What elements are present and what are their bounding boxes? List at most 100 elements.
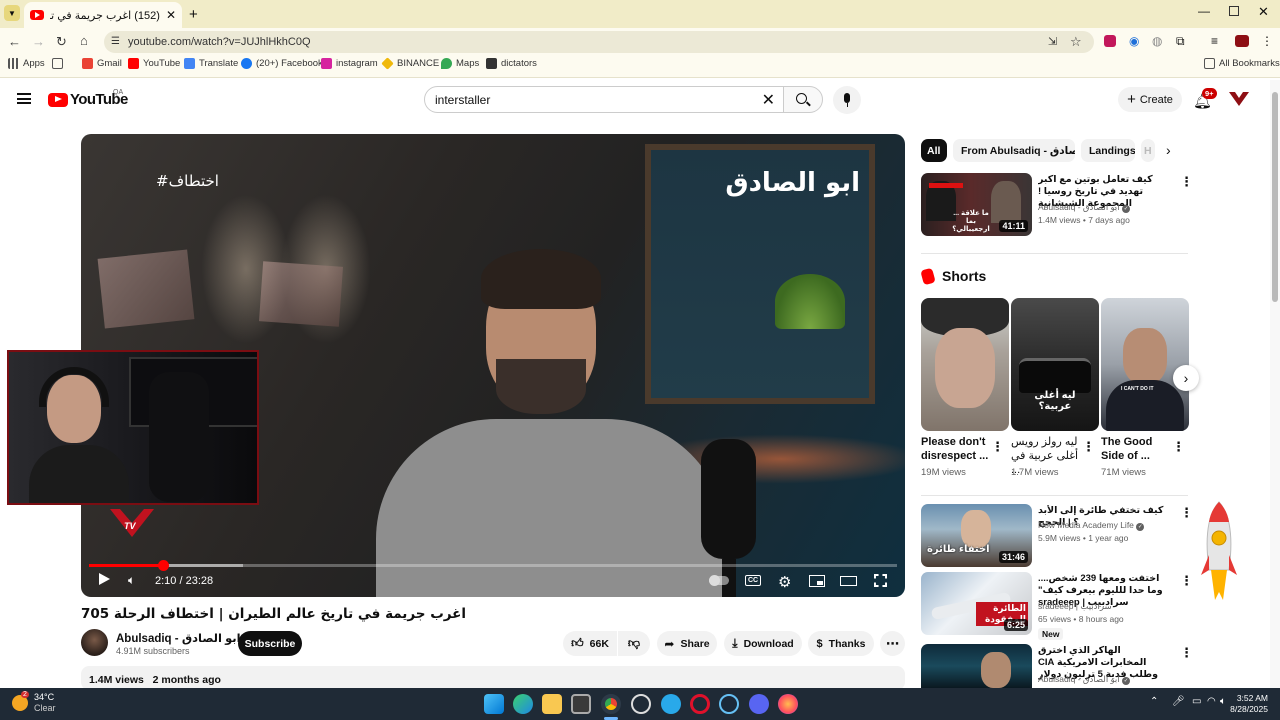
telegram-icon[interactable] [661, 694, 681, 714]
chip-more[interactable]: H [1141, 139, 1155, 162]
reload-icon[interactable]: ↻ [56, 34, 67, 50]
progress-bar[interactable] [89, 560, 897, 571]
scrubber-handle[interactable] [158, 560, 170, 571]
site-info-icon[interactable]: ☰ [111, 36, 120, 47]
forward-icon[interactable]: → [32, 34, 45, 49]
bookmark-dictators[interactable]: dictators [486, 58, 537, 69]
short-title-3[interactable]: The Good Side of ... [1101, 435, 1171, 463]
chip-landings[interactable]: Landings [1081, 139, 1135, 162]
shorts-next-button[interactable]: › [1173, 365, 1199, 391]
voice-search-button[interactable] [833, 86, 861, 114]
scrollbar-thumb[interactable] [1272, 92, 1278, 302]
volume-button[interactable]: 🔈︎ [128, 573, 135, 588]
like-button[interactable]: 👍︎ 66K [563, 631, 617, 656]
media-queue-icon[interactable]: ≡ [1211, 34, 1218, 48]
tab-list-dropdown[interactable]: ▼ [4, 5, 20, 21]
bookmark-maps[interactable]: Maps [441, 58, 479, 69]
weather-widget[interactable]: 2 34°C Clear [12, 691, 56, 714]
tray-display-icon[interactable]: ▭ [1192, 696, 1201, 707]
extensions-puzzle-icon[interactable]: ⧉ [1176, 34, 1185, 49]
close-tab-icon[interactable]: ✕ [166, 8, 176, 22]
clear-search-icon[interactable]: ✕ [762, 90, 775, 110]
discord-icon[interactable] [749, 694, 769, 714]
settings-button[interactable]: ⚙ [778, 573, 791, 591]
autoplay-toggle[interactable] [709, 575, 729, 586]
hamburger-menu-icon[interactable] [17, 93, 31, 104]
related-menu-icon[interactable]: ⋮ [1180, 174, 1193, 190]
bookmark-binance[interactable]: BINANCE [381, 57, 439, 70]
create-button[interactable]: + Create [1118, 87, 1182, 112]
thanks-button[interactable]: $ Thanks [808, 631, 874, 656]
browser-menu-icon[interactable]: ⋮ [1261, 34, 1273, 48]
related-menu-icon[interactable]: ⋮ [1180, 505, 1193, 521]
opera-icon[interactable] [690, 694, 710, 714]
close-window-button[interactable]: ✕ [1258, 4, 1269, 20]
account-avatar[interactable] [1228, 90, 1250, 108]
short-menu-icon-3[interactable]: ⋮ [1172, 439, 1185, 455]
file-explorer-icon[interactable] [542, 694, 562, 714]
new-tab-button[interactable]: + [189, 6, 198, 23]
edge-icon[interactable] [513, 694, 533, 714]
back-icon[interactable]: ← [8, 34, 21, 49]
short-card-3[interactable]: I CAN'T DO IT [1101, 298, 1189, 431]
all-bookmarks[interactable]: All Bookmarks [1204, 58, 1280, 69]
related-thumbnail[interactable] [921, 644, 1032, 688]
bookmark-translate[interactable]: Translate [184, 58, 238, 69]
theater-mode-button[interactable] [840, 576, 857, 586]
bookmark-grid[interactable] [52, 58, 63, 69]
chatgpt-icon[interactable] [631, 694, 651, 714]
maximize-button[interactable] [1229, 6, 1239, 16]
tray-mic-icon[interactable]: 🎤︎ [1172, 696, 1185, 707]
bookmark-apps[interactable]: Apps [8, 58, 45, 69]
bookmark-star-icon[interactable]: ☆ [1070, 34, 1082, 50]
short-card-1[interactable] [921, 298, 1009, 431]
minimize-button[interactable]: — [1198, 4, 1210, 18]
bookmark-youtube[interactable]: YouTube [128, 58, 180, 69]
play-button[interactable] [99, 573, 110, 585]
bookmark-gmail[interactable]: Gmail [82, 58, 122, 69]
chip-from-channel[interactable]: From Abulsadiq - ابو الصادق [953, 139, 1075, 162]
related-menu-icon[interactable]: ⋮ [1180, 573, 1193, 589]
extension-icon[interactable] [1104, 35, 1116, 47]
search-input[interactable]: interstaller ✕ [424, 86, 784, 113]
audio-extension-icon[interactable]: ◉ [1129, 34, 1139, 48]
download-button[interactable]: ⤓ Download [724, 631, 802, 656]
install-app-icon[interactable]: ⇲ [1048, 35, 1057, 48]
bookmark-facebook[interactable]: (20+) Facebook [241, 58, 323, 69]
related-channel[interactable]: New Media Academy Life ✓ [1038, 520, 1145, 531]
channel-name[interactable]: Abulsadiq - ابو الصادق ✓ [116, 631, 256, 646]
related-thumbnail[interactable]: ما علاقة ... بما ارجعيبالي؟ 41:11 [921, 173, 1032, 236]
address-bar[interactable]: ☰ youtube.com/watch?v=JUJhlHkhC0Q ⇲ ☆ [104, 31, 1094, 53]
description-box[interactable]: 1.4M views 2 months ago [81, 666, 905, 690]
start-button[interactable] [484, 694, 504, 714]
dislike-button[interactable]: 👎︎ [618, 631, 650, 656]
tray-wifi-icon[interactable]: ◠ [1207, 696, 1216, 707]
tray-volume-icon[interactable]: 🔈︎ [1220, 696, 1226, 707]
browser-tab-active[interactable]: (152) اغرب جريمة في تاريخ عالم ✕ [24, 2, 182, 28]
related-thumbnail[interactable]: اختفاء طائرة 31:46 [921, 504, 1032, 567]
short-menu-icon-2[interactable]: ⋮ [1082, 439, 1095, 455]
search-button[interactable] [783, 86, 823, 113]
related-thumbnail[interactable]: الطائرة المفقودة 6:25 [921, 572, 1032, 635]
bookmark-instagram[interactable]: instagram [321, 58, 378, 69]
miniplayer-button[interactable] [809, 575, 825, 587]
store-icon[interactable] [571, 694, 591, 714]
fullscreen-button[interactable] [874, 574, 887, 587]
short-card-2[interactable]: ليه أغلى عربية؟ [1011, 298, 1099, 431]
chrome-icon[interactable] [601, 694, 621, 714]
home-icon[interactable]: ⌂ [80, 33, 88, 48]
chip-all[interactable]: All [921, 139, 947, 162]
related-channel[interactable]: Abulsadiq - ابو الصادق ✓ [1038, 202, 1131, 213]
related-channel[interactable]: sradeeep | سرادبيب [1038, 601, 1112, 612]
firefox-icon[interactable] [778, 694, 798, 714]
captions-button[interactable]: CC [745, 575, 762, 586]
channel-avatar[interactable] [81, 629, 108, 656]
steam-icon[interactable] [719, 694, 739, 714]
short-menu-icon-1[interactable]: ⋮ [991, 439, 1004, 455]
related-menu-icon[interactable]: ⋮ [1180, 645, 1193, 661]
globe-extension-icon[interactable]: ◍ [1152, 34, 1162, 48]
notifications-button[interactable]: 🔔︎ 9+ [1193, 88, 1217, 110]
related-channel[interactable]: Abulsadiq - ابو الصادق ✓ [1038, 674, 1131, 685]
profile-avatar[interactable] [1235, 35, 1249, 47]
short-title-1[interactable]: Please don't disrespect ... [921, 435, 991, 463]
